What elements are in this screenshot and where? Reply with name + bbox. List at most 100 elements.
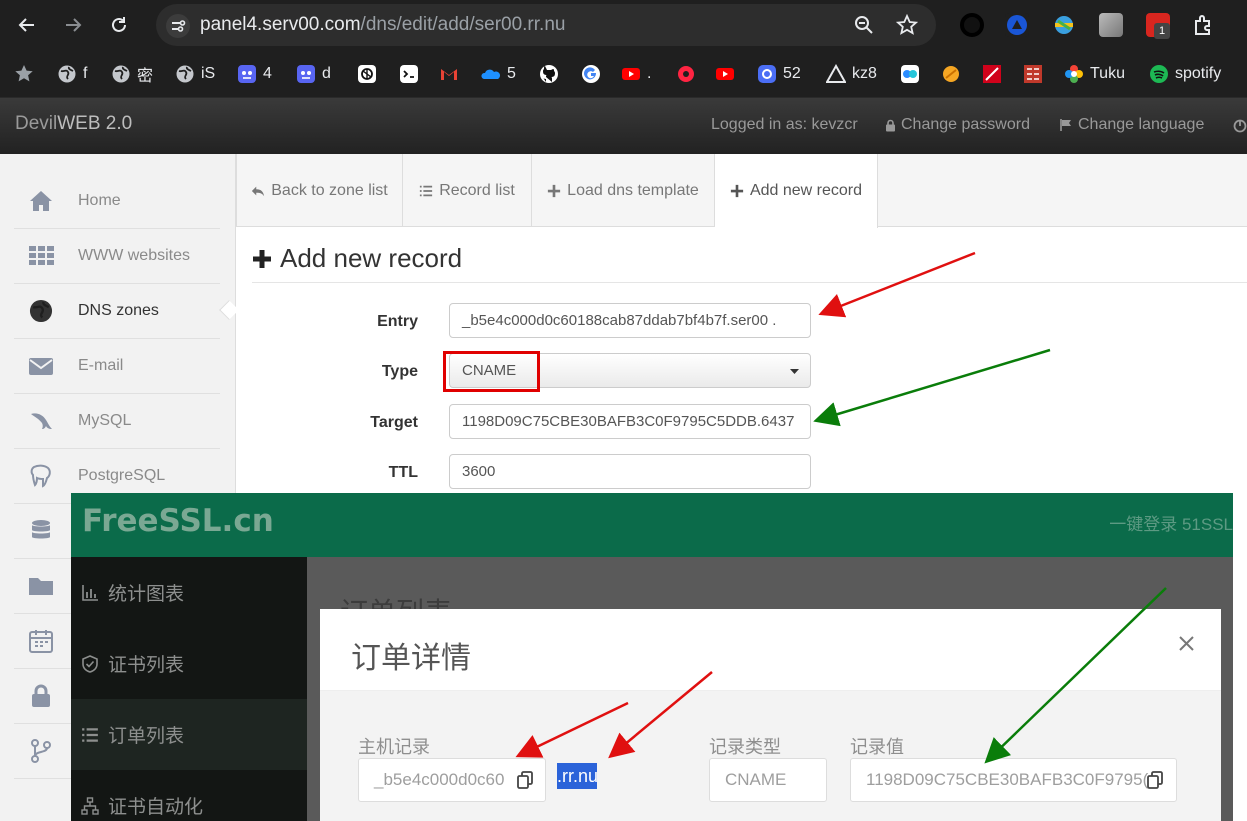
record-type-label: 记录类型 bbox=[709, 737, 781, 757]
sidebar-item-dns-zones[interactable]: DNS zones bbox=[14, 284, 220, 339]
host-record-field[interactable]: _b5e4c000d0c60 bbox=[358, 758, 546, 802]
bookmark-item[interactable]: 密 bbox=[111, 62, 153, 86]
copy-icon[interactable] bbox=[1147, 771, 1163, 789]
lock-icon bbox=[886, 119, 895, 131]
entry-input[interactable]: _b5e4c000d0c60188cab87ddab7bf4b7f.ser00 … bbox=[449, 303, 811, 338]
arrow-right-icon bbox=[66, 18, 82, 32]
bookmark-label: 密 bbox=[137, 68, 154, 85]
zoom-icon[interactable] bbox=[854, 15, 874, 35]
tab-load-dns-template[interactable]: Load dns template bbox=[532, 154, 715, 227]
bookmark-item[interactable]: 5 bbox=[481, 62, 516, 86]
bookmark-item[interactable] bbox=[982, 62, 1002, 86]
sidebar-item-home[interactable]: Home bbox=[14, 174, 220, 229]
globe-icon bbox=[111, 64, 131, 84]
brand-logo[interactable]: DevilWEB 2.0 bbox=[15, 113, 132, 135]
bookmark-label: iS bbox=[201, 65, 216, 82]
reload-button[interactable] bbox=[103, 9, 135, 41]
bookmark-item[interactable]: . bbox=[621, 62, 651, 86]
sidebar-item-e-mail[interactable]: E-mail bbox=[14, 339, 220, 394]
caret-down-icon bbox=[790, 369, 799, 374]
star-icon[interactable] bbox=[14, 64, 34, 84]
modal-title: 订单详情 bbox=[351, 642, 471, 675]
bookmark-item[interactable] bbox=[439, 62, 459, 86]
record-type-field[interactable]: CNAME bbox=[709, 758, 827, 802]
puzzle-icon[interactable] bbox=[1192, 13, 1216, 37]
bookmark-item[interactable] bbox=[676, 62, 696, 86]
bookmark-item[interactable] bbox=[539, 62, 559, 86]
bookmark-item[interactable]: kz8 bbox=[826, 62, 877, 86]
forward-button[interactable] bbox=[57, 9, 89, 41]
extension-red-icon[interactable]: 1 bbox=[1146, 13, 1170, 39]
browser-chrome: panel4.serv00.com/dns/edit/add/ser00.rr.… bbox=[0, 0, 1247, 98]
bookmark-item[interactable] bbox=[581, 62, 601, 86]
bookmark-item[interactable] bbox=[715, 62, 735, 86]
url-text[interactable]: panel4.serv00.com/dns/edit/add/ser00.rr.… bbox=[200, 14, 565, 36]
toolbar: panel4.serv00.com/dns/edit/add/ser00.rr.… bbox=[0, 0, 1247, 50]
freessl-sidebar-label: 证书自动化 bbox=[108, 797, 204, 818]
bookmark-item[interactable]: Tuku bbox=[1064, 62, 1125, 86]
bookmark-item[interactable] bbox=[357, 62, 377, 86]
freessl-sidebar-item[interactable]: 证书列表 bbox=[71, 628, 307, 699]
bookmark-item[interactable] bbox=[1023, 62, 1043, 86]
freessl-sidebar-item[interactable]: 订单列表 bbox=[71, 699, 307, 770]
close-icon[interactable] bbox=[1179, 636, 1194, 651]
record-value-label: 记录值 bbox=[850, 737, 904, 757]
extension-triangle-icon[interactable] bbox=[1005, 13, 1029, 37]
logout-icon[interactable] bbox=[1233, 119, 1247, 133]
calendar-icon bbox=[28, 628, 54, 654]
dolphin-icon bbox=[28, 408, 54, 434]
sidebar-item-mysql[interactable]: MySQL bbox=[14, 394, 220, 449]
freessl-sidebar-item[interactable]: 证书自动化 bbox=[71, 770, 307, 821]
bot-icon bbox=[296, 64, 316, 84]
gmail-icon bbox=[439, 64, 459, 84]
url-path: /dns/edit/add/ser00.rr.nu bbox=[360, 14, 566, 35]
tab-add-new-record[interactable]: Add new record bbox=[715, 154, 878, 228]
bookmark-item[interactable]: 4 bbox=[237, 62, 272, 86]
bookmark-item[interactable] bbox=[941, 62, 961, 86]
modal-header: 订单详情 bbox=[320, 609, 1221, 691]
bookmark-item[interactable]: 52 bbox=[757, 62, 801, 86]
tab-back-to-zone-list[interactable]: Back to zone list bbox=[236, 154, 403, 227]
sidebar-item-label: MySQL bbox=[78, 412, 132, 429]
bookmark-item[interactable]: iS bbox=[175, 62, 215, 86]
freessl-header-link[interactable]: 一键登录 51SSL bbox=[1109, 510, 1233, 535]
record-value-field[interactable]: 1198D09C75CBE30BAFB3C0F9795( bbox=[850, 758, 1177, 802]
site-settings-icon[interactable] bbox=[166, 14, 190, 38]
extension-circle-icon[interactable] bbox=[960, 13, 984, 37]
bookmark-item[interactable]: spotify bbox=[1149, 62, 1221, 86]
lock-icon bbox=[28, 683, 54, 709]
copy-icon[interactable] bbox=[517, 771, 533, 789]
envelope-icon bbox=[28, 353, 54, 379]
freessl-sidebar-item[interactable]: 统计图表 bbox=[71, 557, 307, 628]
tab-label: Load dns template bbox=[567, 181, 699, 199]
globe-icon bbox=[28, 298, 54, 324]
bookmark-item[interactable]: f bbox=[57, 62, 87, 86]
ttl-input[interactable]: 3600 bbox=[449, 454, 811, 489]
change-password-link[interactable]: Change password bbox=[885, 116, 1030, 134]
star-icon[interactable] bbox=[896, 14, 918, 36]
record-value-text: 1198D09C75CBE30BAFB3C0F9795( bbox=[866, 770, 1149, 789]
target-input[interactable]: 1198D09C75CBE30BAFB3C0F9795C5DDB.6437 bbox=[449, 404, 811, 439]
tab-label: Back to zone list bbox=[271, 181, 388, 199]
active-pointer bbox=[219, 300, 239, 320]
tab-record-list[interactable]: Record list bbox=[403, 154, 532, 227]
spotify-icon bbox=[1149, 64, 1169, 84]
shield-icon bbox=[81, 654, 99, 673]
freessl-logo[interactable]: FreeSSL.cn bbox=[82, 503, 274, 539]
extension-gray-icon[interactable] bbox=[1099, 13, 1123, 37]
seal-icon bbox=[1023, 64, 1043, 84]
entry-label: Entry bbox=[377, 313, 418, 330]
database-icon bbox=[28, 518, 54, 544]
change-language-link[interactable]: Change language bbox=[1059, 116, 1204, 134]
openai-icon bbox=[357, 64, 377, 84]
bookmark-item[interactable] bbox=[900, 62, 920, 86]
red-arrow-entry bbox=[818, 251, 976, 318]
bookmark-item[interactable] bbox=[399, 62, 419, 86]
sidebar-item-www-websites[interactable]: WWW websites bbox=[14, 229, 220, 284]
address-bar[interactable]: panel4.serv00.com/dns/edit/add/ser00.rr.… bbox=[156, 4, 936, 46]
extension-colorful-icon[interactable] bbox=[1052, 13, 1076, 37]
bookmark-item[interactable]: d bbox=[296, 62, 331, 86]
back-button[interactable] bbox=[11, 9, 43, 41]
redbook-icon bbox=[676, 64, 696, 84]
tab-label: Record list bbox=[439, 181, 515, 199]
